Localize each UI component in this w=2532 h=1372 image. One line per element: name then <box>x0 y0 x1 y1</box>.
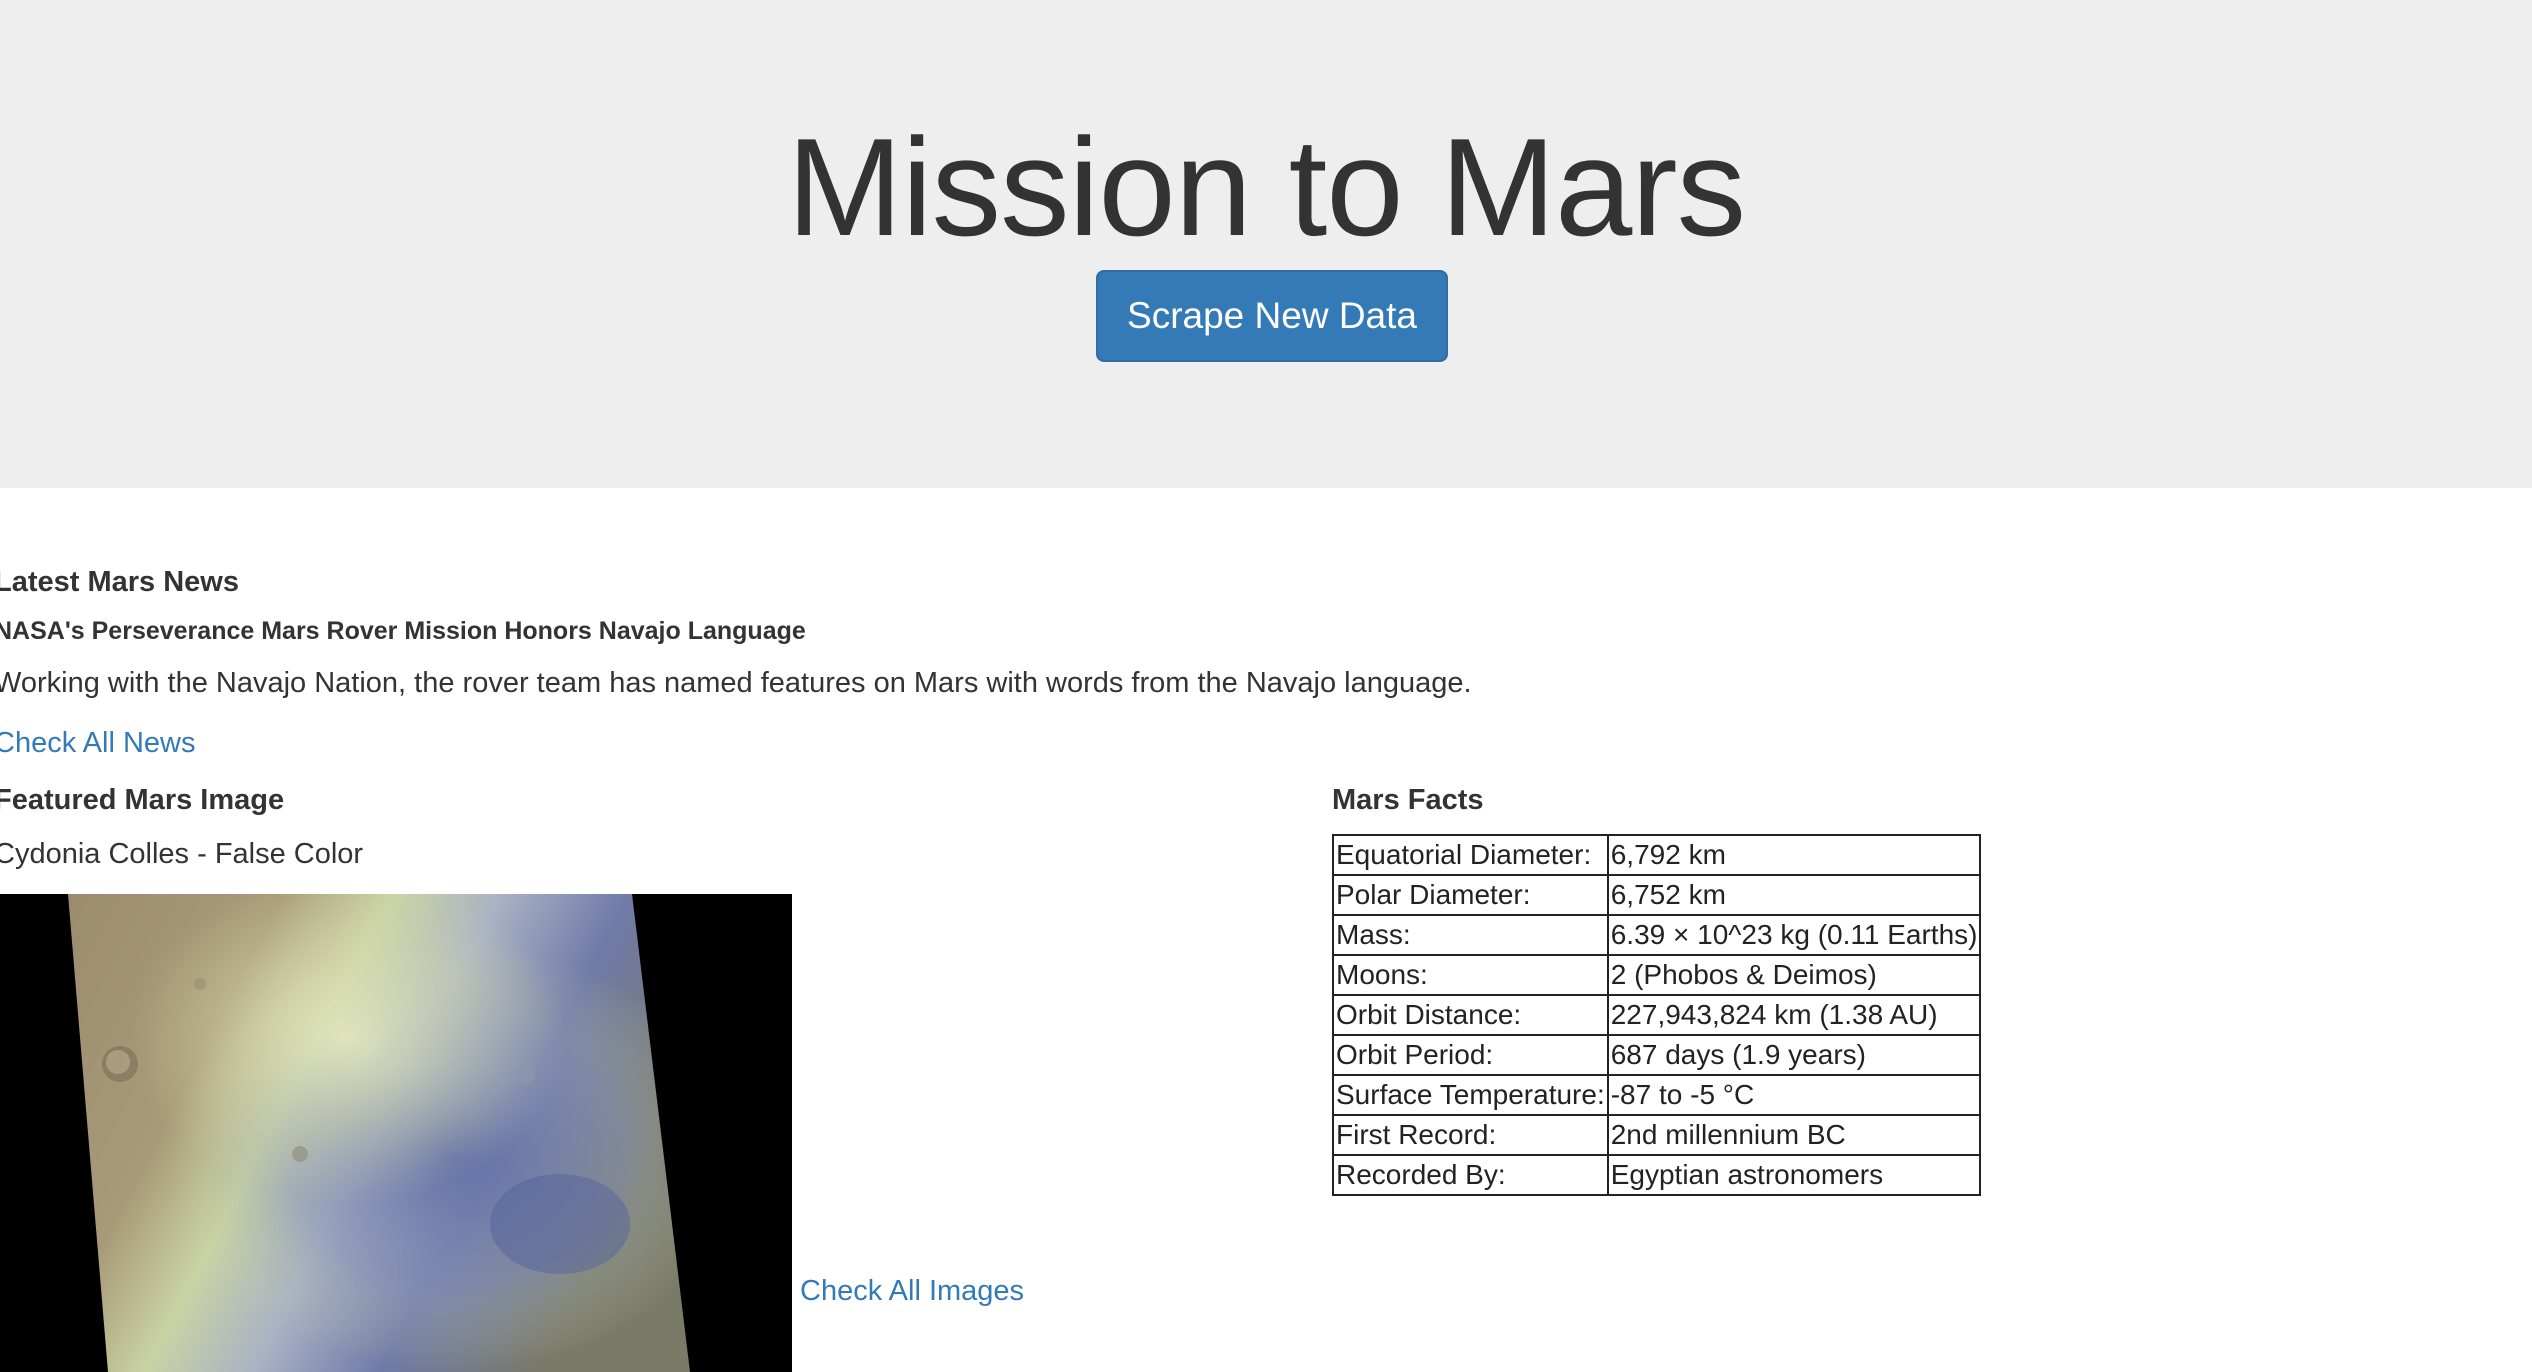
fact-label: First Record: <box>1332 1114 1609 1156</box>
news-teaser: Working with the Navajo Nation, the rove… <box>0 667 1472 699</box>
featured-image-section-title: Featured Mars Image <box>0 784 285 816</box>
table-row: Surface Temperature: -87 to -5 °C <box>1332 1074 1982 1116</box>
table-row: Recorded By: Egyptian astronomers <box>1332 1154 1982 1196</box>
scrape-new-data-button[interactable]: Scrape New Data <box>1096 270 1448 362</box>
fact-value: Egyptian astronomers <box>1606 1154 1982 1196</box>
fact-value: 6,792 km <box>1606 834 1982 876</box>
table-row: Equatorial Diameter: 6,792 km <box>1332 834 1982 876</box>
check-all-images-link[interactable]: Check All Images <box>800 1275 1024 1308</box>
news-headline: NASA's Perseverance Mars Rover Mission H… <box>0 617 806 645</box>
fact-label: Mass: <box>1332 914 1609 956</box>
table-row: Moons: 2 (Phobos & Deimos) <box>1332 954 1982 996</box>
fact-label: Equatorial Diameter: <box>1332 834 1609 876</box>
page-title: Mission to Mars <box>786 110 1746 265</box>
fact-value: 2 (Phobos & Deimos) <box>1606 954 1982 996</box>
fact-label: Surface Temperature: <box>1332 1074 1609 1116</box>
check-all-news-link[interactable]: Check All News <box>0 727 195 760</box>
table-row: Mass: 6.39 × 10^23 kg (0.11 Earths) <box>1332 914 1982 956</box>
mars-facts-table: Equatorial Diameter: 6,792 km Polar Diam… <box>1332 834 1982 1196</box>
fact-value: -87 to -5 °C <box>1606 1074 1982 1116</box>
mars-terrain-image <box>68 894 690 1372</box>
fact-label: Recorded By: <box>1332 1154 1609 1196</box>
table-row: Orbit Period: 687 days (1.9 years) <box>1332 1034 1982 1076</box>
fact-value: 6,752 km <box>1606 874 1982 916</box>
fact-value: 687 days (1.9 years) <box>1606 1034 1982 1076</box>
table-row: First Record: 2nd millennium BC <box>1332 1114 1982 1156</box>
jumbotron-header: Mission to Mars Scrape New Data <box>0 0 2532 488</box>
fact-label: Orbit Distance: <box>1332 994 1609 1036</box>
fact-label: Orbit Period: <box>1332 1034 1609 1076</box>
fact-label: Moons: <box>1332 954 1609 996</box>
table-row: Polar Diameter: 6,752 km <box>1332 874 1982 916</box>
news-section-title: Latest Mars News <box>0 566 239 598</box>
featured-mars-image[interactable] <box>0 894 792 1372</box>
featured-image-caption: Cydonia Colles - False Color <box>0 838 364 870</box>
facts-section-title: Mars Facts <box>1332 784 1484 816</box>
fact-value: 227,943,824 km (1.38 AU) <box>1606 994 1982 1036</box>
fact-value: 6.39 × 10^23 kg (0.11 Earths) <box>1606 914 1982 956</box>
fact-label: Polar Diameter: <box>1332 874 1609 916</box>
fact-value: 2nd millennium BC <box>1606 1114 1982 1156</box>
table-row: Orbit Distance: 227,943,824 km (1.38 AU) <box>1332 994 1982 1036</box>
